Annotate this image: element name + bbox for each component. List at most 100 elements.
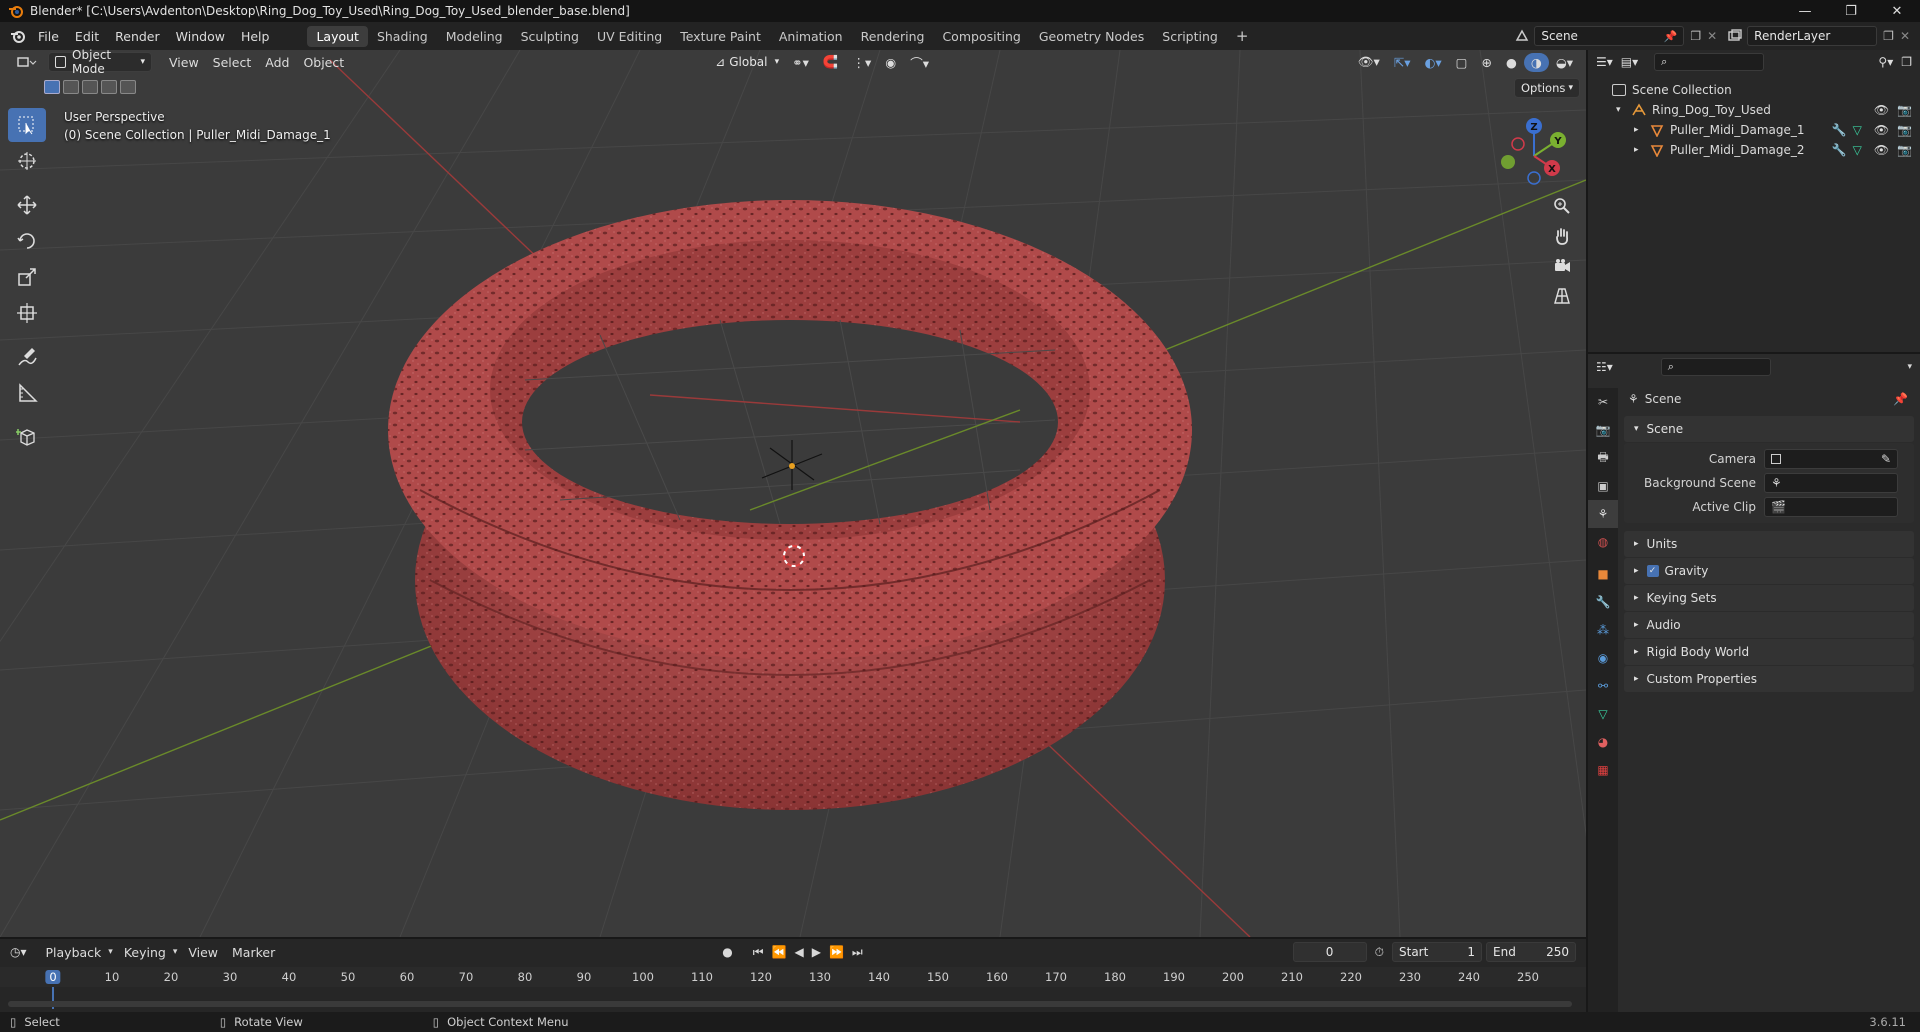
stopwatch-icon[interactable]: ⏱ (1375, 945, 1384, 960)
move-tool[interactable] (8, 188, 46, 222)
physics-tab-icon[interactable]: ◉ (1588, 644, 1618, 672)
pin-icon[interactable]: 📌 (1893, 392, 1908, 406)
active-clip-field[interactable]: 🎬 (1764, 497, 1898, 517)
scene-tab-icon[interactable]: ⚘ (1588, 500, 1618, 528)
ring-mesh[interactable] (388, 200, 1192, 810)
object-tab-icon[interactable]: ■ (1588, 560, 1618, 588)
options-button[interactable]: Options ▾ (1514, 78, 1580, 98)
select-intersect-icon[interactable] (120, 80, 136, 94)
timeline-menu-marker[interactable]: Marker (225, 943, 282, 962)
viewport-menu-add[interactable]: Add (258, 53, 296, 72)
outliner-search-input[interactable]: ⌕ (1654, 53, 1765, 71)
solid-shading-icon[interactable]: ● (1499, 53, 1524, 72)
camera-view-icon[interactable] (1547, 252, 1577, 280)
gizmo-toggle-icon[interactable]: ⇱▾ (1387, 53, 1418, 72)
units-panel-header[interactable]: ▸ Units (1624, 531, 1914, 557)
scene-selector[interactable]: Scene 📌 (1534, 26, 1685, 46)
overlay-toggle-icon[interactable]: ◐▾ (1417, 53, 1448, 72)
gravity-checkbox[interactable]: ✓ (1646, 565, 1659, 577)
delete-view-layer-icon[interactable]: ✕ (1900, 29, 1910, 43)
menu-render[interactable]: Render (107, 29, 168, 44)
particles-tab-icon[interactable]: ⁂ (1588, 616, 1618, 644)
outliner-collection-row[interactable]: ▾ Ring_Dog_Toy_Used 👁 📷 (1588, 100, 1920, 120)
pan-hand-icon[interactable] (1547, 222, 1577, 250)
output-tab-icon[interactable]: 🖶 (1588, 444, 1618, 472)
play-reverse-icon[interactable]: ◀ (794, 945, 803, 959)
axis-gizmo[interactable]: Z Y X (1494, 116, 1574, 196)
modifier-tab-icon[interactable]: 🔧 (1588, 588, 1618, 616)
scene-panel-header[interactable]: ▾ Scene (1624, 416, 1914, 442)
prev-keyframe-icon[interactable]: ⏪ (772, 945, 787, 959)
display-mode-icon[interactable]: ▤▾ (1621, 55, 1638, 69)
custom-properties-panel-header[interactable]: ▸ Custom Properties (1624, 666, 1914, 692)
gizmo-neg-y[interactable] (1501, 155, 1515, 169)
mesh-data-icon[interactable]: ▽ (1853, 143, 1862, 157)
jump-start-icon[interactable]: ⏮ (753, 945, 764, 960)
select-extend-icon[interactable] (63, 80, 79, 94)
material-tab-icon[interactable]: ◕ (1588, 728, 1618, 756)
timeline-menu-playback[interactable]: Playback (39, 943, 109, 962)
blender-menu-icon[interactable] (10, 28, 26, 44)
minimize-icon[interactable]: — (1782, 0, 1828, 22)
gizmo-neg-x[interactable] (1511, 137, 1525, 151)
scale-tool[interactable] (8, 260, 46, 294)
view-layer-icon[interactable] (1727, 28, 1743, 44)
close-icon[interactable]: ✕ (1874, 0, 1920, 22)
delete-scene-icon[interactable]: ✕ (1707, 29, 1717, 43)
tab-rendering[interactable]: Rendering (852, 26, 934, 47)
pivot-point-icon[interactable]: ⚭▾ (785, 53, 816, 72)
zoom-icon[interactable] (1547, 192, 1577, 220)
new-scene-icon[interactable]: ❐ (1690, 29, 1701, 43)
play-icon[interactable]: ▶ (812, 945, 821, 959)
texture-tab-icon[interactable]: ▦ (1588, 756, 1618, 784)
constraints-tab-icon[interactable]: ⚯ (1588, 672, 1618, 700)
gizmo-neg-z[interactable] (1527, 171, 1541, 185)
view-layer-selector[interactable]: RenderLayer (1747, 26, 1878, 46)
select-invert-icon[interactable] (101, 80, 117, 94)
next-keyframe-icon[interactable]: ⏩ (829, 945, 844, 959)
current-frame-field[interactable]: 0 (1292, 942, 1367, 962)
menu-edit[interactable]: Edit (67, 29, 107, 44)
select-subtract-icon[interactable] (82, 80, 98, 94)
tab-geometry-nodes[interactable]: Geometry Nodes (1030, 26, 1153, 47)
measure-tool[interactable] (8, 376, 46, 410)
timeline-menu-keying[interactable]: Keying (117, 943, 173, 962)
render-tab-icon[interactable]: 📷 (1588, 416, 1618, 444)
expand-chevron-icon[interactable]: ▸ (1634, 145, 1650, 155)
mode-dropdown[interactable]: Object Mode ▾ (48, 48, 152, 76)
tab-compositing[interactable]: Compositing (933, 26, 1029, 47)
pin-icon[interactable]: 📌 (1664, 30, 1678, 43)
tab-modeling[interactable]: Modeling (437, 26, 512, 47)
cursor-tool[interactable] (8, 144, 46, 178)
scene-icon[interactable] (1514, 28, 1530, 44)
wireframe-shading-icon[interactable]: ⊕ (1474, 53, 1498, 72)
background-scene-field[interactable]: ⚘ (1764, 473, 1898, 493)
menu-file[interactable]: File (30, 29, 67, 44)
menu-window[interactable]: Window (168, 29, 233, 44)
viewport-menu-select[interactable]: Select (206, 53, 259, 72)
outliner-scene-collection[interactable]: Scene Collection (1588, 80, 1920, 100)
tab-scripting[interactable]: Scripting (1153, 26, 1227, 47)
gravity-panel-header[interactable]: ▸ ✓ Gravity (1624, 558, 1914, 584)
tab-shading[interactable]: Shading (368, 26, 437, 47)
eyedropper-icon[interactable]: ✎ (1881, 452, 1891, 466)
visibility-eye-icon[interactable]: 👁 (1874, 123, 1889, 137)
render-camera-icon[interactable]: 📷 (1897, 123, 1912, 137)
render-camera-icon[interactable]: 📷 (1897, 103, 1912, 117)
viewport-canvas[interactable] (0, 50, 1586, 937)
xray-icon[interactable]: ▢ (1449, 53, 1475, 72)
filter-icon[interactable]: ⚲▾ (1878, 55, 1893, 69)
transform-orientation-dropdown[interactable]: ⊿ Global ▾ (709, 52, 785, 72)
visibility-icon[interactable]: 👁▾ (1351, 52, 1387, 72)
new-collection-icon[interactable]: ❐ (1901, 55, 1912, 69)
select-box-tool[interactable] (8, 108, 46, 142)
data-tab-icon[interactable]: ▽ (1588, 700, 1618, 728)
auto-keying-icon[interactable]: ● (722, 945, 732, 959)
add-workspace-icon[interactable]: + (1227, 24, 1258, 48)
visibility-eye-icon[interactable]: 👁 (1874, 103, 1889, 117)
add-cube-tool[interactable] (8, 420, 46, 454)
timeline-scrollbar[interactable] (8, 1001, 1572, 1007)
end-frame-field[interactable]: End 250 (1486, 942, 1576, 962)
rotate-tool[interactable] (8, 224, 46, 258)
tab-sculpting[interactable]: Sculpting (512, 26, 588, 47)
